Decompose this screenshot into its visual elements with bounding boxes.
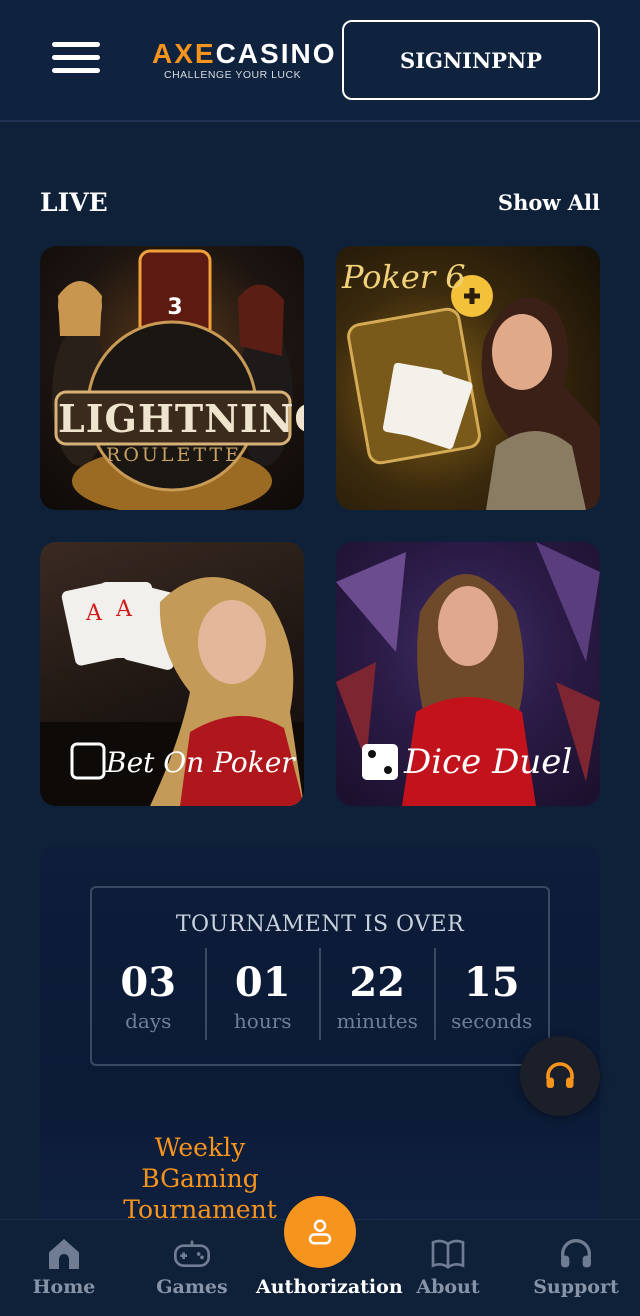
section-title-live: LIVE: [40, 188, 108, 217]
menu-icon[interactable]: [52, 42, 100, 76]
headphones-icon: [546, 1062, 574, 1088]
nav-item-support[interactable]: Support: [512, 1220, 640, 1316]
game-subtitle: ROULETTE: [106, 444, 242, 466]
signin-button[interactable]: SIGNINPNP: [342, 20, 600, 100]
show-all-link[interactable]: Show All: [498, 190, 600, 215]
tournament-timer: TOURNAMENT IS OVER 03 days 01 hours 22 m…: [90, 886, 550, 1066]
timer-days: 03 days: [120, 959, 177, 1033]
nav-item-games[interactable]: Games: [128, 1220, 256, 1316]
authorization-button[interactable]: [284, 1196, 356, 1268]
nav-item-about[interactable]: About: [384, 1220, 512, 1316]
tournament-name: Weekly BGaming Tournament: [123, 1133, 277, 1224]
user-icon: [308, 1219, 332, 1245]
game-title: Dice Duel: [404, 742, 573, 782]
tournament-card[interactable]: TOURNAMENT IS OVER 03 days 01 hours 22 m…: [40, 846, 600, 1246]
svg-text:3: 3: [167, 295, 182, 320]
logo-wordmark: AXECASINO: [152, 38, 337, 69]
game-tile-bet-on-poker[interactable]: A A Bet On Poker: [40, 542, 304, 806]
book-icon: [431, 1239, 465, 1269]
headphones-icon: [561, 1239, 591, 1268]
home-icon: [49, 1239, 79, 1269]
roulette-icon: 3: [52, 249, 293, 510]
timer-hours: 01 hours: [204, 948, 320, 1040]
header: AXECASINO CHALLENGE YOUR LUCK SIGNINPNP: [0, 0, 640, 122]
svg-text:A: A: [115, 597, 133, 622]
nav-item-home[interactable]: Home: [0, 1220, 128, 1316]
timer-seconds: 15 seconds: [433, 948, 549, 1040]
logo[interactable]: AXECASINO CHALLENGE YOUR LUCK: [152, 40, 342, 84]
timer-minutes: 22 minutes: [319, 948, 434, 1040]
support-chat-button[interactable]: [520, 1036, 600, 1116]
game-tile-dice-duel[interactable]: Dice Duel: [336, 542, 600, 806]
svg-text:A: A: [85, 601, 103, 626]
game-title: Poker 6: [342, 258, 466, 296]
logo-tagline: CHALLENGE YOUR LUCK: [164, 69, 302, 81]
game-tile-lightning-roulette[interactable]: 3 LIGHTNING ROULETTE: [40, 246, 304, 510]
tournament-status: TOURNAMENT IS OVER: [175, 912, 465, 937]
game-title: Bet On Poker: [106, 746, 295, 779]
gamepad-icon: [174, 1240, 210, 1267]
game-tile-poker-6[interactable]: Poker 6: [336, 246, 600, 510]
game-title: LIGHTNING: [58, 396, 304, 441]
